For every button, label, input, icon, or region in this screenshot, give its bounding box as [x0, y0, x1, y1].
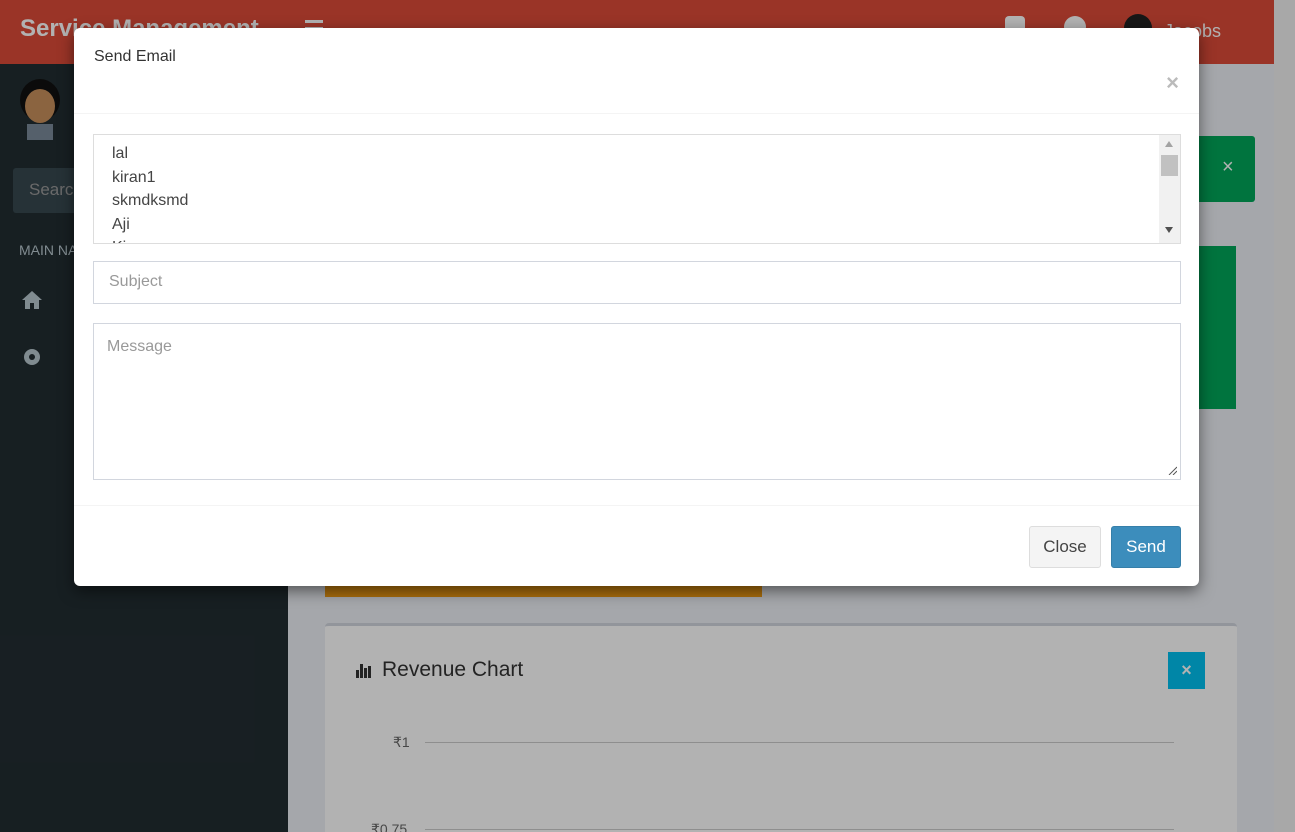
modal-header: Send Email ×	[74, 28, 1199, 114]
recipient-option[interactable]: kiran1	[112, 166, 1180, 190]
send-button[interactable]: Send	[1111, 526, 1181, 568]
resize-grip-icon[interactable]	[1167, 465, 1177, 475]
message-textarea[interactable]: Message	[93, 323, 1181, 480]
recipient-option[interactable]: Aji	[112, 213, 1180, 237]
send-email-modal: Send Email × lal kiran1 skmdksmd Aji Kir…	[74, 28, 1199, 586]
subject-input[interactable]: Subject	[93, 261, 1181, 304]
recipient-list[interactable]: lal kiran1 skmdksmd Aji Kiran	[93, 134, 1181, 244]
scroll-up-icon[interactable]	[1165, 141, 1173, 147]
modal-title: Send Email	[94, 48, 176, 65]
recipient-list-scrollbar[interactable]	[1159, 135, 1180, 243]
close-button[interactable]: Close	[1029, 526, 1101, 568]
recipient-option[interactable]: lal	[112, 142, 1180, 166]
recipient-option[interactable]: skmdksmd	[112, 189, 1180, 213]
scroll-thumb[interactable]	[1161, 155, 1178, 176]
recipient-option[interactable]: Kiran	[112, 236, 1180, 243]
scroll-down-icon[interactable]	[1165, 227, 1173, 233]
modal-footer: Close Send	[74, 505, 1199, 586]
modal-close-icon[interactable]: ×	[1166, 70, 1179, 96]
